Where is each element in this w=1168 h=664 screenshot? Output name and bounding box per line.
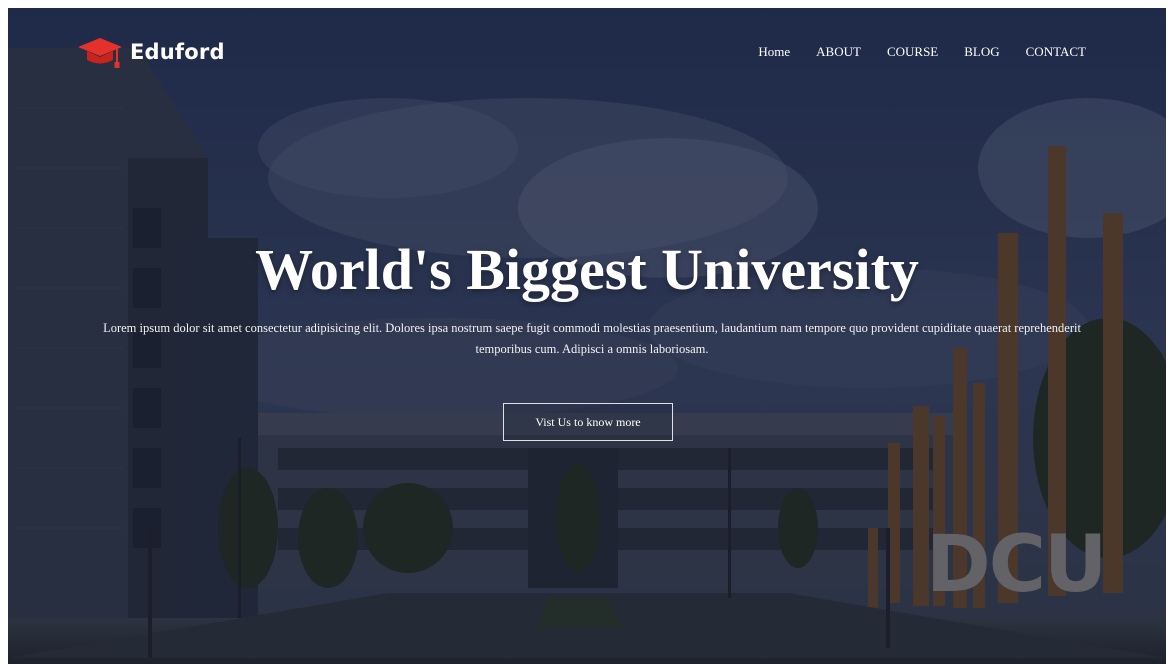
nav-about[interactable]: ABOUT (816, 44, 861, 60)
hero-title: World's Biggest University (255, 237, 919, 302)
brand-name: Eduford (130, 40, 225, 64)
hero-section: DCU Eduford Home ABOUT COURSE BLOG CONTA… (8, 8, 1166, 664)
visit-us-button[interactable]: Vist Us to know more (503, 403, 673, 441)
main-nav: Home ABOUT COURSE BLOG CONTACT (758, 44, 1086, 60)
nav-home[interactable]: Home (758, 44, 790, 60)
hero-description: Lorem ipsum dolor sit amet consectetur a… (103, 321, 1081, 356)
nav-contact[interactable]: CONTACT (1026, 44, 1086, 60)
graduation-cap-icon (78, 38, 122, 68)
nav-blog[interactable]: BLOG (964, 44, 999, 60)
brand-logo[interactable]: Eduford (78, 32, 225, 72)
nav-course[interactable]: COURSE (887, 44, 938, 60)
